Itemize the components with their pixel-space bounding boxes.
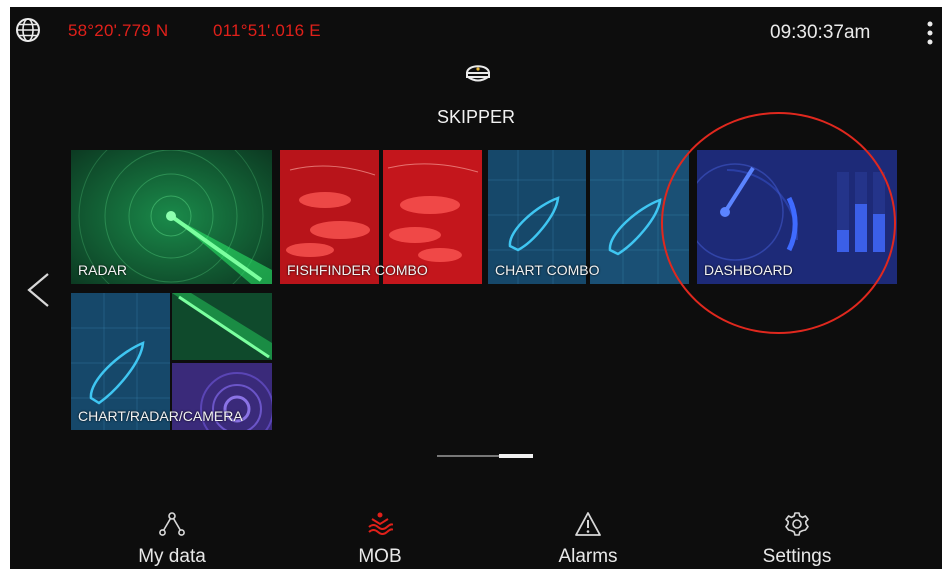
tile-label-chart-radar-camera: CHART/RADAR/CAMERA bbox=[78, 408, 243, 424]
longitude-readout: 011°51'.016 E bbox=[213, 21, 321, 40]
latitude-readout: 58°20'.779 N bbox=[68, 21, 169, 40]
nav-label-settings: Settings bbox=[762, 546, 832, 567]
nav-alarms-button[interactable]: Alarms bbox=[508, 503, 668, 569]
my-data-icon bbox=[159, 511, 185, 537]
nav-label-alarms: Alarms bbox=[558, 546, 618, 567]
alarm-icon bbox=[575, 511, 601, 537]
more-options-icon[interactable] bbox=[924, 20, 936, 50]
previous-page-icon[interactable] bbox=[24, 271, 52, 309]
app-tile-chart-combo[interactable]: CHART COMBO bbox=[488, 150, 689, 284]
nav-mob-button[interactable]: MOB bbox=[300, 503, 460, 569]
page-indicator bbox=[437, 454, 533, 458]
nav-my-data-button[interactable]: My data bbox=[92, 503, 252, 569]
mob-icon bbox=[367, 511, 394, 537]
tile-label-chart-combo: CHART COMBO bbox=[495, 262, 600, 278]
settings-icon bbox=[784, 511, 810, 537]
page-indicator-dot-2-active[interactable] bbox=[499, 454, 533, 458]
nav-label-mob: MOB bbox=[358, 546, 402, 567]
annotation-circle bbox=[661, 112, 896, 334]
skipper-cap-icon[interactable] bbox=[463, 59, 493, 85]
app-tile-radar[interactable]: RADAR bbox=[71, 150, 272, 284]
page-indicator-dot-1[interactable] bbox=[437, 455, 499, 457]
tile-label-fishfinder-combo: FISHFINDER COMBO bbox=[287, 262, 428, 278]
home-screen: 58°20'.779 N 011°51'.016 E 09:30:37am SK… bbox=[10, 7, 942, 569]
globe-icon[interactable] bbox=[15, 17, 41, 43]
app-tile-chart-radar-camera[interactable]: CHART/RADAR/CAMERA bbox=[71, 293, 272, 430]
nav-settings-button[interactable]: Settings bbox=[717, 503, 877, 569]
tile-label-radar: RADAR bbox=[78, 262, 128, 278]
app-tile-fishfinder-combo[interactable]: FISHFINDER COMBO bbox=[280, 150, 482, 284]
clock: 09:30:37am bbox=[770, 22, 871, 43]
nav-label-my-data: My data bbox=[138, 546, 206, 567]
